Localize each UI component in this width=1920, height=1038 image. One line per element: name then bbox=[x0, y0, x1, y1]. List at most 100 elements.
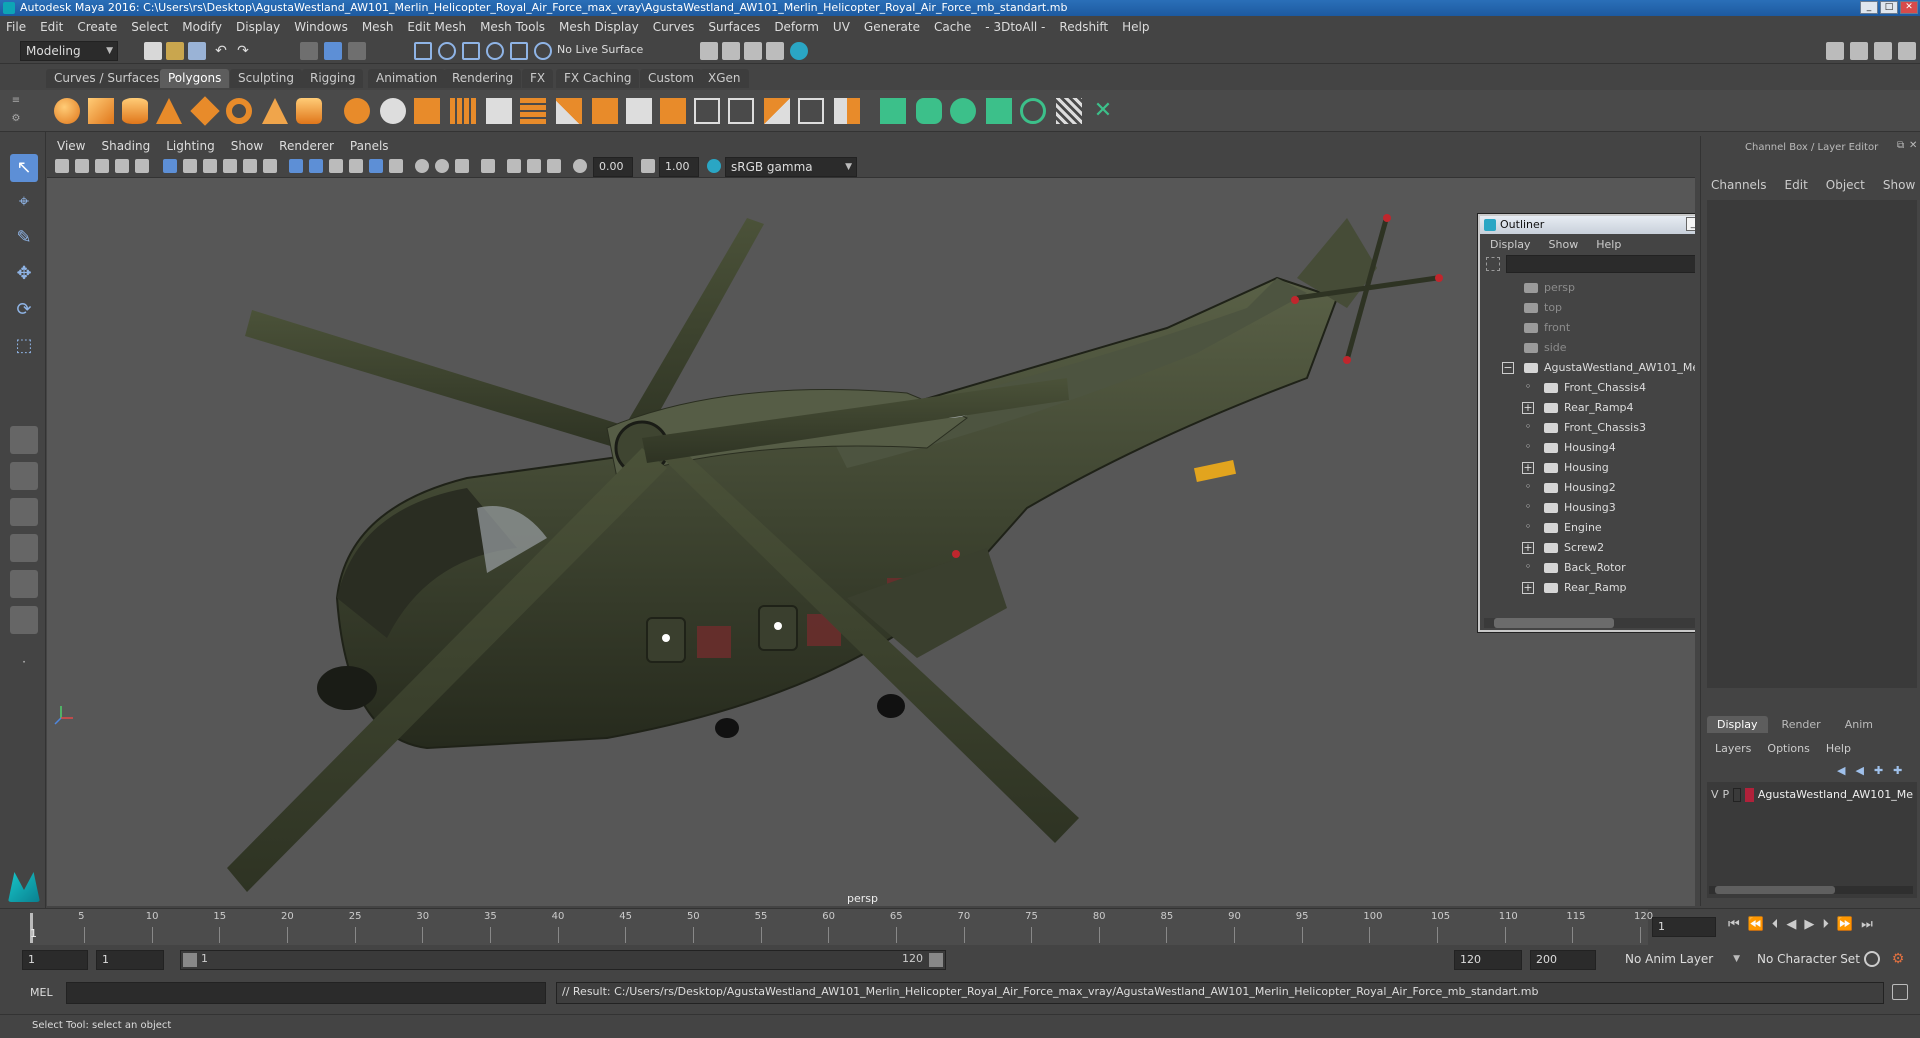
menu-redshift[interactable]: Redshift bbox=[1059, 20, 1108, 34]
layer-menu-options[interactable]: Options bbox=[1767, 742, 1809, 755]
move-layer-up-icon[interactable]: ◀ bbox=[1837, 764, 1845, 777]
menu-generate[interactable]: Generate bbox=[864, 20, 920, 34]
layer-tab-render[interactable]: Render bbox=[1772, 716, 1831, 733]
tool-settings-icon[interactable] bbox=[1874, 42, 1892, 60]
new-scene-icon[interactable] bbox=[144, 42, 162, 60]
color-management-icon[interactable] bbox=[707, 159, 721, 173]
layer-visibility-toggle[interactable]: V bbox=[1711, 786, 1719, 804]
outliner-layout-icon[interactable] bbox=[10, 606, 38, 634]
menu-select[interactable]: Select bbox=[131, 20, 168, 34]
shelf-tab-sculpting[interactable]: Sculpting bbox=[230, 69, 303, 88]
step-forward-frame-icon[interactable]: ⏵ bbox=[1822, 917, 1829, 932]
layer-type-box[interactable] bbox=[1733, 788, 1742, 802]
open-scene-icon[interactable] bbox=[166, 42, 184, 60]
bookmark-icon[interactable] bbox=[95, 159, 109, 173]
outliner-item[interactable]: + Rear_Ramp4 bbox=[1480, 398, 1695, 418]
play-forward-icon[interactable]: ▶ bbox=[1804, 917, 1814, 932]
channel-menu-show[interactable]: Show bbox=[1883, 178, 1915, 192]
shelf-tab-curves-surfaces[interactable]: Curves / Surfaces bbox=[46, 69, 168, 88]
poly-plane-icon[interactable] bbox=[190, 96, 220, 126]
textured-icon[interactable] bbox=[349, 159, 363, 173]
bridge-icon[interactable] bbox=[450, 98, 476, 124]
ipr-render-icon[interactable] bbox=[744, 42, 762, 60]
persp-hypershade-layout-icon[interactable] bbox=[10, 570, 38, 598]
minimize-button[interactable]: _ bbox=[1860, 1, 1878, 14]
move-tool-icon[interactable]: ✥ bbox=[10, 260, 38, 288]
render-view-icon[interactable] bbox=[700, 42, 718, 60]
uv-automatic-icon[interactable] bbox=[986, 98, 1012, 124]
maximize-button[interactable]: □ bbox=[1880, 1, 1898, 14]
single-perspective-layout-icon[interactable] bbox=[10, 426, 38, 454]
hypershade-icon[interactable] bbox=[790, 42, 808, 60]
script-editor-icon[interactable] bbox=[1892, 984, 1908, 1000]
go-to-end-icon[interactable]: ⏭ bbox=[1861, 917, 1873, 932]
menu-mesh[interactable]: Mesh bbox=[362, 20, 394, 34]
render-settings-icon[interactable] bbox=[766, 42, 784, 60]
undo-icon[interactable]: ↶ bbox=[212, 42, 230, 60]
menu-mesh-display[interactable]: Mesh Display bbox=[559, 20, 639, 34]
snap-grid-icon[interactable] bbox=[414, 42, 432, 60]
select-tool-icon[interactable]: ↖ bbox=[10, 154, 38, 182]
layer-hscrollbar[interactable] bbox=[1709, 886, 1913, 894]
gamma-field[interactable]: 1.00 bbox=[659, 157, 699, 177]
wireframe-icon[interactable] bbox=[289, 159, 303, 173]
new-layer-selected-icon[interactable]: ✚ bbox=[1893, 764, 1902, 777]
viewport-menu-lighting[interactable]: Lighting bbox=[166, 139, 215, 153]
go-to-start-icon[interactable]: ⏮ bbox=[1728, 917, 1740, 932]
anti-aliasing-icon[interactable] bbox=[455, 159, 469, 173]
menu-deform[interactable]: Deform bbox=[774, 20, 819, 34]
outliner-item[interactable]: front bbox=[1480, 318, 1695, 338]
step-back-key-icon[interactable]: ⏪ bbox=[1748, 917, 1764, 932]
render-current-icon[interactable] bbox=[722, 42, 740, 60]
expand-toggle-icon[interactable]: + bbox=[1522, 462, 1534, 474]
uv-spherical-icon[interactable] bbox=[950, 98, 976, 124]
filter-icon[interactable] bbox=[1486, 257, 1500, 271]
menu-file[interactable]: File bbox=[6, 20, 26, 34]
xray-components-icon[interactable] bbox=[547, 159, 561, 173]
playback-end-field[interactable]: 120 bbox=[1454, 950, 1522, 970]
menu-help[interactable]: Help bbox=[1122, 20, 1149, 34]
separate-icon[interactable] bbox=[380, 98, 406, 124]
viewport-menu-show[interactable]: Show bbox=[231, 139, 263, 153]
workspace-icon[interactable] bbox=[1826, 42, 1844, 60]
outliner-menu-help[interactable]: Help bbox=[1596, 238, 1621, 251]
outliner-item[interactable]: top bbox=[1480, 298, 1695, 318]
menu-edit[interactable]: Edit bbox=[40, 20, 63, 34]
poly-pyramid-icon[interactable] bbox=[262, 98, 288, 124]
viewport-menu-shading[interactable]: Shading bbox=[101, 139, 150, 153]
outliner-item[interactable]: − AgustaWestland_AW101_Merlin_ bbox=[1480, 358, 1695, 378]
step-back-frame-icon[interactable]: ⏴ bbox=[1772, 917, 1779, 932]
lasso-tool-icon[interactable]: ⌖ bbox=[10, 188, 38, 216]
perspective-viewport[interactable]: persp Outliner _ □ ✕ Display Show Help per… bbox=[47, 178, 1695, 906]
scale-tool-icon[interactable]: ⬚ bbox=[10, 332, 38, 360]
isolate-select-icon[interactable] bbox=[481, 159, 495, 173]
xray-icon[interactable] bbox=[507, 159, 521, 173]
snap-point-icon[interactable] bbox=[462, 42, 480, 60]
outliner-item[interactable]: ◦ Engine bbox=[1480, 518, 1695, 538]
current-frame-field[interactable]: 1 bbox=[1652, 917, 1716, 937]
poly-cylinder-icon[interactable] bbox=[122, 98, 148, 124]
extrude-icon[interactable] bbox=[414, 98, 440, 124]
menu-edit-mesh[interactable]: Edit Mesh bbox=[407, 20, 466, 34]
image-plane-icon[interactable] bbox=[115, 159, 129, 173]
uv-cylindrical-icon[interactable] bbox=[916, 98, 942, 124]
outliner-item[interactable]: ◦ Front_Chassis3 bbox=[1480, 418, 1695, 438]
four-view-layout-icon[interactable] bbox=[10, 462, 38, 490]
resolution-gate-icon[interactable] bbox=[203, 159, 217, 173]
range-start-handle[interactable] bbox=[183, 953, 197, 967]
snap-live-icon[interactable] bbox=[534, 42, 552, 60]
layer-menu-layers[interactable]: Layers bbox=[1715, 742, 1751, 755]
gate-mask-icon[interactable] bbox=[223, 159, 237, 173]
shelf-tab-custom[interactable]: Custom bbox=[640, 69, 702, 88]
camera-attributes-icon[interactable] bbox=[75, 159, 89, 173]
exposure-field[interactable]: 0.00 bbox=[593, 157, 633, 177]
channel-box-close-icon[interactable]: ✕ bbox=[1909, 140, 1917, 151]
channel-menu-edit[interactable]: Edit bbox=[1785, 178, 1808, 192]
viewport-menu-panels[interactable]: Panels bbox=[350, 139, 389, 153]
outliner-item[interactable]: ◦ Front_Chassis4 bbox=[1480, 378, 1695, 398]
outliner-hscrollbar[interactable] bbox=[1484, 618, 1695, 628]
shelf-options-icon[interactable]: ≡ ⚙ bbox=[6, 92, 26, 128]
snap-view-icon[interactable] bbox=[486, 42, 504, 60]
shelf-tab-fx[interactable]: FX bbox=[522, 69, 554, 88]
shelf-tab-polygons[interactable]: Polygons bbox=[160, 69, 230, 88]
